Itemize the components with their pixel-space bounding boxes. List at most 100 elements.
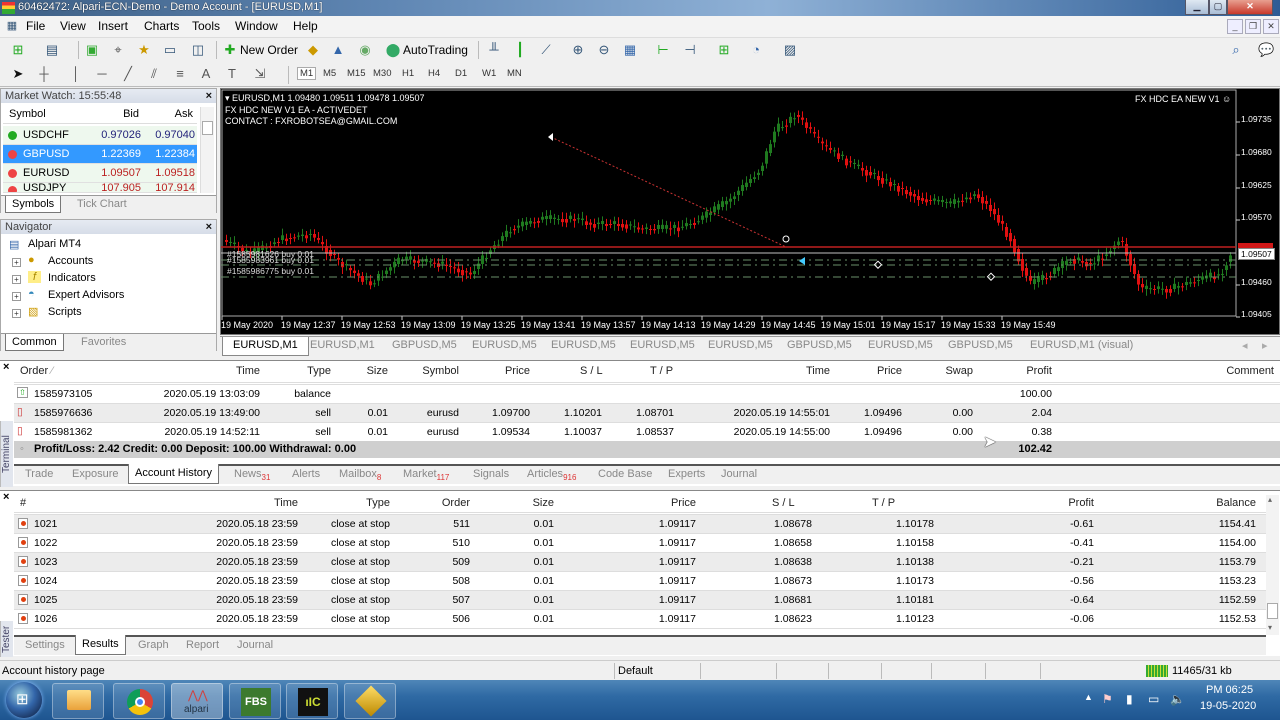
periods-icon[interactable]: ◔ bbox=[748, 42, 764, 58]
tabs-scroll-right-icon[interactable]: ▸ bbox=[1262, 339, 1268, 352]
autotrading-button[interactable]: AutoTrading bbox=[403, 43, 468, 57]
history-row[interactable]: ⇧ 1585973105 2020.05.19 13:03:09 balance… bbox=[14, 384, 1280, 403]
col-size[interactable]: Size bbox=[514, 497, 554, 509]
timeframe-d1[interactable]: D1 bbox=[455, 68, 467, 79]
action-center-flag-icon[interactable]: ⚑ bbox=[1102, 692, 1113, 706]
menu-window[interactable]: Window bbox=[235, 19, 278, 33]
strategy-tester-icon[interactable]: ◫ bbox=[190, 42, 206, 58]
tester-result-row[interactable]: 1021 2020.05.18 23:59 close at stop 511 0.01… bbox=[14, 514, 1266, 533]
tab-exposure[interactable]: Exposure bbox=[72, 468, 118, 480]
col-symbol[interactable]: Symbol bbox=[9, 105, 46, 124]
taskbar-mt4[interactable] bbox=[344, 683, 396, 719]
clock-date[interactable]: 19-05-2020 bbox=[1200, 700, 1256, 712]
chart-tab[interactable]: EURUSD,M5 bbox=[551, 339, 616, 351]
indicators-icon[interactable]: ⊞ bbox=[716, 42, 732, 58]
new-order-button[interactable]: New Order bbox=[240, 43, 298, 57]
mdi-close-button[interactable]: ✕ bbox=[1263, 19, 1279, 34]
tab-news[interactable]: News31 bbox=[234, 468, 270, 482]
col-bid[interactable]: Bid bbox=[89, 105, 139, 124]
maximize-button[interactable]: ▢ bbox=[1209, 0, 1227, 15]
tab-common[interactable]: Common bbox=[5, 334, 64, 351]
navigator-close-icon[interactable]: × bbox=[206, 220, 212, 234]
tab-report[interactable]: Report bbox=[186, 639, 219, 651]
col-number[interactable]: # bbox=[20, 497, 26, 509]
tab-favorites[interactable]: Favorites bbox=[75, 334, 132, 351]
zoom-out-icon[interactable]: ⊖ bbox=[596, 42, 612, 58]
tester-scroll-thumb[interactable] bbox=[1267, 603, 1278, 619]
tester-result-row[interactable]: 1022 2020.05.18 23:59 close at stop 510 0.01… bbox=[14, 533, 1266, 552]
connection-status-icon[interactable] bbox=[1146, 665, 1168, 677]
fibonacci-icon[interactable]: ≡ bbox=[172, 66, 188, 82]
chart-tab[interactable]: EURUSD,M5 bbox=[472, 339, 537, 351]
tester-result-row[interactable]: 1026 2020.05.18 23:59 close at stop 506 0.01… bbox=[14, 609, 1266, 628]
metaeditor-scripts-icon[interactable]: ▲ bbox=[330, 42, 346, 58]
tab-symbols[interactable]: Symbols bbox=[5, 196, 62, 213]
tab-experts[interactable]: Experts bbox=[668, 468, 705, 480]
col-profit[interactable]: Profit bbox=[994, 365, 1052, 377]
tester-scrollbar[interactable]: ▴ ▾ bbox=[1266, 495, 1279, 635]
timeframe-w1[interactable]: W1 bbox=[482, 68, 496, 79]
menu-charts[interactable]: Charts bbox=[144, 19, 179, 33]
chart-tab[interactable]: EURUSD,M1 bbox=[222, 337, 309, 356]
col-order[interactable]: Order ⁄ bbox=[20, 365, 53, 377]
text-label-icon[interactable]: T bbox=[224, 66, 240, 82]
market-watch-close-icon[interactable]: × bbox=[206, 89, 212, 103]
tester-close-icon[interactable]: × bbox=[3, 491, 9, 503]
navigator-icon[interactable]: ★ bbox=[136, 42, 152, 58]
col-sl[interactable]: S / L bbox=[772, 497, 795, 509]
col-price[interactable]: Price bbox=[634, 497, 696, 509]
col-price[interactable]: Price bbox=[464, 365, 530, 377]
col-size[interactable]: Size bbox=[348, 365, 388, 377]
col-close-time[interactable]: Time bbox=[754, 365, 830, 377]
timeframe-m5[interactable]: M5 bbox=[323, 68, 336, 79]
market-watch-row[interactable]: GBPUSD 1.22369 1.22384 bbox=[3, 145, 197, 164]
chart-tab[interactable]: EURUSD,M5 bbox=[630, 339, 695, 351]
expand-icon[interactable]: + bbox=[12, 258, 21, 267]
expand-icon[interactable]: + bbox=[12, 292, 21, 301]
chart-shift-icon[interactable]: ⊢ bbox=[655, 42, 671, 58]
col-swap[interactable]: Swap bbox=[924, 365, 973, 377]
metaeditor-icon[interactable]: ◆ bbox=[305, 42, 321, 58]
market-watch-row[interactable]: USDCHF 0.97026 0.97040 bbox=[3, 126, 197, 145]
timeframe-mn[interactable]: MN bbox=[507, 68, 522, 79]
col-profit[interactable]: Profit bbox=[1034, 497, 1094, 509]
taskbar-file-explorer[interactable] bbox=[52, 683, 104, 719]
col-sl[interactable]: S / L bbox=[580, 365, 603, 377]
vertical-line-icon[interactable]: │ bbox=[68, 66, 84, 82]
tab-mailbox[interactable]: Mailbox8 bbox=[339, 468, 381, 482]
col-type[interactable]: Type bbox=[276, 365, 331, 377]
nav-expert-advisors[interactable]: Expert Advisors bbox=[48, 289, 124, 301]
profile-name[interactable]: Default bbox=[618, 665, 653, 677]
menu-file[interactable]: File bbox=[26, 19, 45, 33]
tab-alerts[interactable]: Alerts bbox=[292, 468, 320, 480]
trendline-icon[interactable]: ╱ bbox=[120, 66, 136, 82]
col-comment[interactable]: Comment bbox=[1194, 365, 1274, 377]
tester-result-row-partial[interactable] bbox=[14, 628, 1266, 634]
market-watch-scrollbar[interactable] bbox=[200, 107, 214, 193]
chart-tab[interactable]: GBPUSD,M5 bbox=[787, 339, 852, 351]
col-order[interactable]: Order bbox=[414, 497, 470, 509]
tab-graph[interactable]: Graph bbox=[138, 639, 169, 651]
templates-icon[interactable]: ▨ bbox=[782, 42, 798, 58]
market-watch-row[interactable]: EURUSD 1.09507 1.09518 bbox=[3, 164, 197, 183]
data-window-icon[interactable]: ⌖ bbox=[110, 42, 126, 58]
nav-scripts[interactable]: Scripts bbox=[48, 306, 82, 318]
clock-time[interactable]: PM 06:25 bbox=[1206, 684, 1253, 696]
minimize-button[interactable]: ▁ bbox=[1185, 0, 1209, 15]
taskbar-alpari[interactable]: ⋀⋀ alpari bbox=[171, 683, 223, 719]
expand-icon[interactable]: + bbox=[12, 309, 21, 318]
tab-journal[interactable]: Journal bbox=[237, 639, 273, 651]
chart-tab[interactable]: GBPUSD,M5 bbox=[948, 339, 1013, 351]
chart-tab[interactable]: EURUSD,M5 bbox=[708, 339, 773, 351]
new-chart-icon[interactable]: ⊞ bbox=[10, 42, 26, 58]
terminal-close-icon[interactable]: × bbox=[3, 361, 9, 373]
tester-result-row[interactable]: 1025 2020.05.18 23:59 close at stop 507 0.01… bbox=[14, 590, 1266, 609]
tab-market[interactable]: Market117 bbox=[403, 468, 449, 482]
menu-help[interactable]: Help bbox=[293, 19, 318, 33]
text-icon[interactable]: A bbox=[198, 66, 214, 82]
timeframe-m30[interactable]: M30 bbox=[373, 68, 391, 79]
col-tp[interactable]: T / P bbox=[872, 497, 895, 509]
horizontal-line-icon[interactable]: ─ bbox=[94, 66, 110, 82]
tester-result-row[interactable]: 1024 2020.05.18 23:59 close at stop 508 0.01… bbox=[14, 571, 1266, 590]
tab-signals[interactable]: Signals bbox=[473, 468, 509, 480]
